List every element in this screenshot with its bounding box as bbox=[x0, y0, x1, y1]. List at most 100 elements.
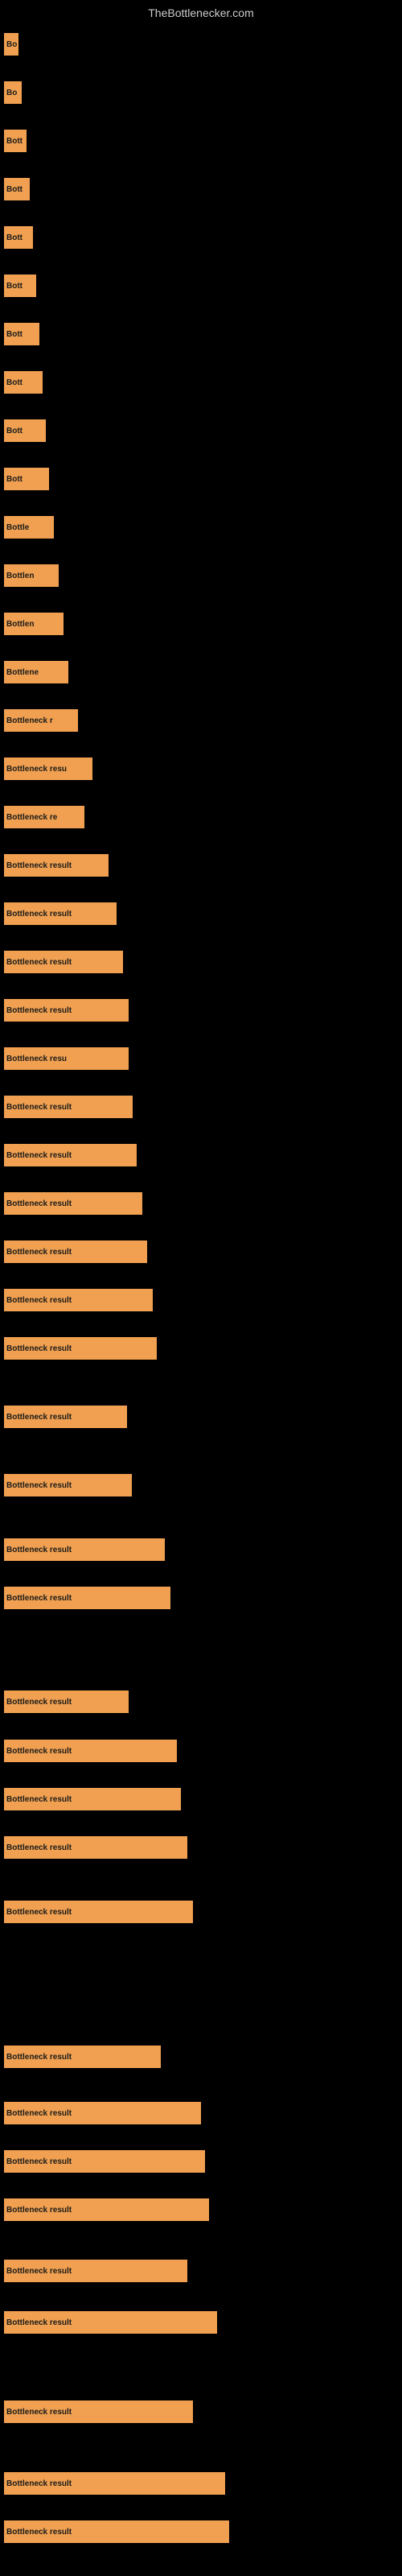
bar-block: Bottleneck result bbox=[4, 2102, 201, 2124]
bar-label: Bottleneck r bbox=[6, 716, 53, 725]
bar-row: Bo bbox=[4, 24, 398, 64]
bar-label: Bottleneck result bbox=[6, 1199, 72, 1208]
bar-row: Bottleneck result bbox=[4, 2392, 398, 2432]
bar-block: Bottleneck result bbox=[4, 902, 117, 925]
bar-row: Bottleneck result bbox=[4, 1183, 398, 1224]
bar-row: Bott bbox=[4, 459, 398, 499]
bar-block: Bott bbox=[4, 371, 43, 394]
bar-row: Bottleneck result bbox=[4, 845, 398, 886]
bar-label: Bottleneck result bbox=[6, 1103, 72, 1112]
bar-row: Bottleneck r bbox=[4, 700, 398, 741]
bar-row: Bottleneck result bbox=[4, 1731, 398, 1771]
bar-block: Bott bbox=[4, 419, 46, 442]
bar-row: Bo bbox=[4, 72, 398, 113]
bar-label: Bottleneck result bbox=[6, 2479, 72, 2488]
bar-label: Bottlen bbox=[6, 572, 34, 580]
bar-block: Bottleneck result bbox=[4, 1474, 132, 1496]
bar-row: Bottlen bbox=[4, 604, 398, 644]
bar-row: Bottleneck result bbox=[4, 2037, 398, 2077]
bar-label: Bottleneck result bbox=[6, 1296, 72, 1305]
bar-block: Bottleneck result bbox=[4, 1538, 165, 1561]
bar-label: Bottleneck result bbox=[6, 1481, 72, 1490]
bar-label: Bott bbox=[6, 330, 23, 339]
bar-block: Bottleneck result bbox=[4, 1836, 187, 1859]
bar-label: Bottleneck result bbox=[6, 2157, 72, 2166]
bar-block: Bottleneck result bbox=[4, 1241, 147, 1263]
bar-row: Bottlen bbox=[4, 555, 398, 596]
bar-label: Bottleneck result bbox=[6, 2318, 72, 2327]
bar-block: Bottleneck result bbox=[4, 2311, 217, 2334]
bar-block: Bottleneck result bbox=[4, 1192, 142, 1215]
bar-block: Bottlen bbox=[4, 613, 64, 635]
bar-row: Bottleneck re bbox=[4, 797, 398, 837]
bar-row: Bottleneck result bbox=[4, 2190, 398, 2230]
bar-row: Bottleneck result bbox=[4, 942, 398, 982]
bar-row: Bottleneck result bbox=[4, 2141, 398, 2182]
bar-block: Bottleneck result bbox=[4, 2150, 205, 2173]
bar-block: Bottleneck result bbox=[4, 854, 109, 877]
bar-block: Bottleneck result bbox=[4, 1587, 170, 1609]
bar-label: Bottleneck result bbox=[6, 1006, 72, 1015]
bar-block: Bottleneck result bbox=[4, 999, 129, 1022]
bar-row: Bottleneck result bbox=[4, 1827, 398, 1868]
bar-label: Bottleneck result bbox=[6, 861, 72, 870]
bar-row: Bottleneck result bbox=[4, 1232, 398, 1272]
bar-block: Bottleneck result bbox=[4, 2198, 209, 2221]
bar-label: Bottleneck result bbox=[6, 2206, 72, 2215]
bar-row: Bottleneck result bbox=[4, 2251, 398, 2291]
bar-label: Bott bbox=[6, 378, 23, 387]
bar-label: Bottle bbox=[6, 523, 29, 532]
bar-row: Bottleneck result bbox=[4, 2463, 398, 2504]
bar-block: Bottleneck result bbox=[4, 1740, 177, 1762]
bar-label: Bottleneck result bbox=[6, 958, 72, 967]
bar-block: Bottleneck result bbox=[4, 1289, 153, 1311]
bar-row: Bottleneck result bbox=[4, 2512, 398, 2552]
bar-block: Bottleneck result bbox=[4, 1406, 127, 1428]
bar-row: Bottleneck result bbox=[4, 1578, 398, 1618]
bar-label: Bottleneck result bbox=[6, 2109, 72, 2118]
bar-block: Bottleneck result bbox=[4, 1144, 137, 1166]
bar-row: Bottle bbox=[4, 507, 398, 547]
bar-row: Bott bbox=[4, 362, 398, 402]
bar-block: Bottleneck result bbox=[4, 2520, 229, 2543]
bar-block: Bottleneck result bbox=[4, 1788, 181, 1810]
bar-block: Bottlene bbox=[4, 661, 68, 683]
bar-label: Bottleneck result bbox=[6, 1546, 72, 1554]
bar-row: Bottleneck result bbox=[4, 894, 398, 934]
bar-row: Bott bbox=[4, 411, 398, 451]
bar-block: Bottleneck result bbox=[4, 2472, 225, 2495]
bar-row: Bottleneck result bbox=[4, 1087, 398, 1127]
bar-row: Bottlene bbox=[4, 652, 398, 692]
bar-block: Bottleneck result bbox=[4, 2046, 161, 2068]
bar-label: Bottleneck result bbox=[6, 1344, 72, 1353]
bar-label: Bo bbox=[6, 89, 17, 97]
bar-label: Bottleneck result bbox=[6, 2408, 72, 2417]
bar-block: Bottleneck resu bbox=[4, 758, 92, 780]
bar-block: Bottle bbox=[4, 516, 54, 539]
bar-label: Bott bbox=[6, 233, 23, 242]
bar-label: Bottleneck result bbox=[6, 2267, 72, 2276]
bar-label: Bottleneck result bbox=[6, 1843, 72, 1852]
bar-block: Bottleneck r bbox=[4, 709, 78, 732]
bars-container: BoBoBottBottBottBottBottBottBottBottBott… bbox=[0, 24, 402, 2576]
bar-block: Bott bbox=[4, 275, 36, 297]
bar-label: Bottleneck result bbox=[6, 1747, 72, 1756]
bar-row: Bottleneck result bbox=[4, 1682, 398, 1722]
bar-label: Bottleneck result bbox=[6, 1151, 72, 1160]
bar-block: Bottleneck result bbox=[4, 1690, 129, 1713]
bar-block: Bott bbox=[4, 130, 27, 152]
bar-block: Bottleneck result bbox=[4, 951, 123, 973]
bar-label: Bottleneck re bbox=[6, 813, 57, 822]
bar-row: Bottleneck result bbox=[4, 2302, 398, 2343]
bar-label: Bottleneck result bbox=[6, 910, 72, 919]
bar-label: Bottlen bbox=[6, 620, 34, 629]
bar-row: Bott bbox=[4, 266, 398, 306]
bar-row: Bottleneck result bbox=[4, 1530, 398, 1570]
bar-block: Bottlen bbox=[4, 564, 59, 587]
bar-row: Bottleneck result bbox=[4, 2093, 398, 2133]
bar-row: Bottleneck result bbox=[4, 1779, 398, 1819]
bar-label: Bottleneck resu bbox=[6, 1055, 67, 1063]
bar-label: Bott bbox=[6, 282, 23, 291]
bar-label: Bott bbox=[6, 475, 23, 484]
bar-row: Bottleneck result bbox=[4, 1397, 398, 1437]
